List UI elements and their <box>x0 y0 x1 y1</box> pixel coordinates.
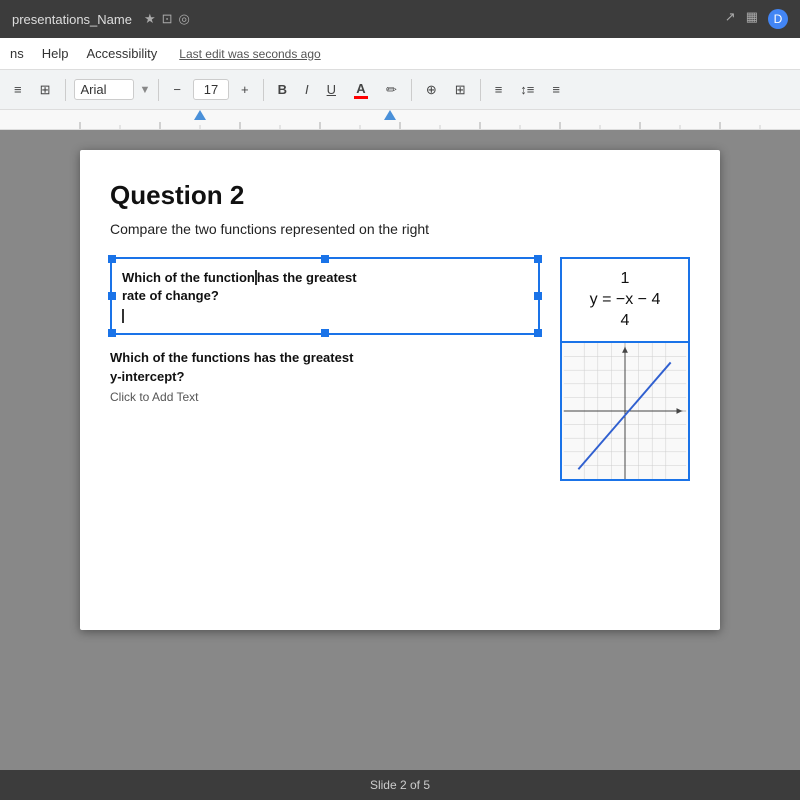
profile-icon[interactable]: D <box>768 9 788 29</box>
bottom-bar: Slide 2 of 5 <box>0 770 800 800</box>
title-bar: presentations_Name ★ ⊡ ◎ ↗ ▦ D <box>0 0 800 38</box>
toolbar-grid-icon: ⊞ <box>40 82 51 98</box>
graph-box <box>560 341 690 481</box>
list-button[interactable]: ≡ <box>546 78 566 101</box>
handle-bottom-left[interactable] <box>108 329 116 337</box>
handle-right-middle[interactable] <box>534 292 542 300</box>
toolbar-separator-5 <box>480 79 481 101</box>
handle-left-middle[interactable] <box>108 292 116 300</box>
font-size-display[interactable]: 17 <box>193 79 229 100</box>
presentation-title: presentations_Name <box>12 12 132 27</box>
equation-display: 1 y = −x − 4 4 <box>570 269 680 331</box>
last-edit-label: Last edit was seconds ago <box>179 47 320 61</box>
text-cursor <box>255 270 257 285</box>
slide-canvas[interactable]: Question 2 Compare the two functions rep… <box>80 150 720 630</box>
font-color-indicator <box>354 96 368 99</box>
menu-help[interactable]: Help <box>42 46 69 61</box>
table-button[interactable]: ⊞ <box>449 78 472 102</box>
menu-icon: ≡ <box>14 82 22 97</box>
font-color-button[interactable]: A <box>348 77 374 103</box>
question1-box[interactable]: Which of the functionhas the greatestrat… <box>110 257 540 335</box>
bold-button[interactable]: B <box>272 78 293 101</box>
slide-right-panel: 1 y = −x − 4 4 <box>560 257 690 481</box>
ruler <box>0 110 800 130</box>
bottom-questions: Which of the functions has the greatesty… <box>110 349 540 403</box>
save-icon[interactable]: ⊡ <box>162 11 173 27</box>
paint-button[interactable]: ✏ <box>380 78 403 102</box>
grid-icon-button[interactable]: ⊞ <box>34 78 57 102</box>
menu-bar: ns Help Accessibility Last edit was seco… <box>0 38 800 70</box>
handle-top-middle[interactable] <box>321 255 329 263</box>
font-size-decrease-button[interactable]: − <box>167 78 187 101</box>
line-spacing-icon: ↕≡ <box>520 82 534 97</box>
align-button[interactable]: ≡ <box>489 78 509 101</box>
handle-bottom-right[interactable] <box>534 329 542 337</box>
ruler-svg <box>0 110 800 130</box>
star-icon[interactable]: ★ <box>144 11 156 27</box>
align-icon: ≡ <box>495 82 503 97</box>
font-dropdown-arrow[interactable]: ▼ <box>140 84 151 96</box>
trend-icon[interactable]: ↗ <box>725 9 736 29</box>
slide-title: Question 2 <box>110 180 690 211</box>
page-indicator: Slide 2 of 5 <box>370 778 430 792</box>
handle-top-left[interactable] <box>108 255 116 263</box>
equation-denominator: 4 <box>621 312 630 329</box>
italic-button[interactable]: I <box>299 78 315 101</box>
menu-ns[interactable]: ns <box>10 46 24 61</box>
link-button[interactable]: ⊕ <box>420 78 443 102</box>
toolbar-separator-1 <box>65 79 66 101</box>
slide-left-panel: Which of the functionhas the greatestrat… <box>110 257 540 404</box>
list-icon: ≡ <box>552 82 560 97</box>
font-size-increase-button[interactable]: + <box>235 78 255 101</box>
underline-button[interactable]: U <box>321 78 342 101</box>
graph-svg <box>562 343 688 479</box>
equation-box: 1 y = −x − 4 4 <box>560 257 690 341</box>
font-color-label: A <box>356 81 365 96</box>
title-icons: ★ ⊡ ◎ <box>144 11 190 27</box>
table-icon: ⊞ <box>455 82 466 98</box>
toolbar-separator-3 <box>263 79 264 101</box>
equation-full: y = −x − 4 <box>590 291 661 308</box>
toolbar: ≡ ⊞ Arial ▼ − 17 + B I U A ✏ ⊕ ⊞ ≡ ↕ <box>0 70 800 110</box>
menu-icon-button[interactable]: ≡ <box>8 78 28 101</box>
handle-top-right[interactable] <box>534 255 542 263</box>
menu-accessibility[interactable]: Accessibility <box>86 46 157 61</box>
click-to-add-text[interactable]: Click to Add Text <box>110 390 540 404</box>
app-window: presentations_Name ★ ⊡ ◎ ↗ ▦ D ns Help A… <box>0 0 800 800</box>
handle-bottom-middle[interactable] <box>321 329 329 337</box>
toolbar-separator-4 <box>411 79 412 101</box>
editor-area: Question 2 Compare the two functions rep… <box>0 130 800 770</box>
question1-text: Which of the functionhas the greatestrat… <box>122 269 528 305</box>
title-bar-right: ↗ ▦ D <box>725 9 788 29</box>
line-spacing-button[interactable]: ↕≡ <box>514 78 540 101</box>
slide-subtitle: Compare the two functions represented on… <box>110 221 690 237</box>
font-name-display[interactable]: Arial <box>74 79 134 100</box>
grid-icon[interactable]: ▦ <box>746 9 758 29</box>
slide-content: Which of the functionhas the greatestrat… <box>110 257 690 481</box>
question2-text: Which of the functions has the greatesty… <box>110 349 540 385</box>
toolbar-separator-2 <box>158 79 159 101</box>
cloud-icon[interactable]: ◎ <box>179 11 190 27</box>
link-icon: ⊕ <box>426 82 437 98</box>
equation-numerator: 1 <box>621 270 630 287</box>
text-cursor-line <box>122 309 124 323</box>
